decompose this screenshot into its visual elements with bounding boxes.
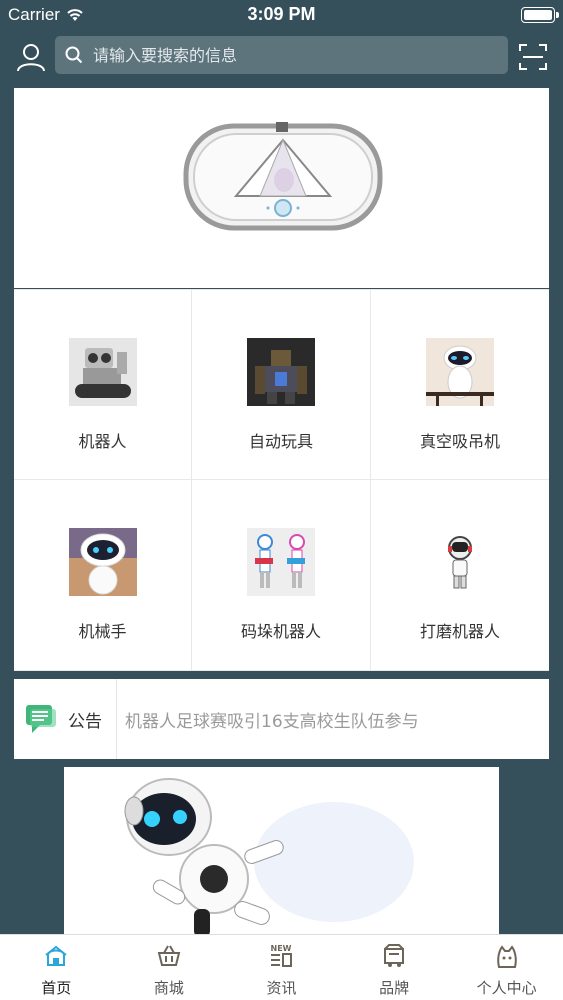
- brand-icon: [384, 944, 405, 967]
- tab-label: 个人中心: [476, 979, 537, 997]
- announcement-bar[interactable]: 公告 机器人足球赛吸引16支高校生队伍参与: [14, 679, 549, 759]
- announcement-title: 公告: [68, 711, 102, 732]
- header: [0, 30, 563, 84]
- category-grid: 机器人 自动玩具 真空吸吊机 机械手 码垛机器人 打磨机器人: [14, 289, 549, 671]
- tab-mall[interactable]: 商城: [113, 935, 226, 1000]
- home-icon: [45, 945, 67, 966]
- category-item-polishing-robot[interactable]: 打磨机器人: [371, 480, 549, 671]
- tab-bar: 首页 商城 NEW 资讯 品牌 个人中心: [0, 934, 563, 1000]
- promo-banner[interactable]: [64, 767, 499, 937]
- battery-icon: [521, 7, 559, 23]
- category-item-palletizing-robot[interactable]: 码垛机器人: [192, 480, 371, 671]
- category-label: 码垛机器人: [240, 622, 321, 641]
- tab-profile[interactable]: 个人中心: [450, 935, 563, 1000]
- announcement-header: 公告: [14, 679, 117, 759]
- search-icon: [65, 46, 83, 64]
- category-label: 机器人: [78, 432, 127, 451]
- category-label: 自动玩具: [248, 432, 313, 451]
- profile-icon: [496, 945, 517, 968]
- tab-home[interactable]: 首页: [0, 935, 113, 1000]
- category-label: 机械手: [78, 622, 127, 641]
- white-robot-image: [64, 767, 499, 937]
- search-bar[interactable]: [55, 36, 508, 74]
- status-bar: Carrier 3:09 PM: [0, 0, 563, 30]
- svg-text:NEW: NEW: [271, 944, 292, 953]
- tab-news[interactable]: NEW 资讯: [225, 935, 338, 1000]
- category-label: 真空吸吊机: [419, 432, 500, 451]
- tab-label: 品牌: [379, 979, 410, 997]
- chat-bubble-icon: [26, 705, 56, 733]
- category-label: 打磨机器人: [419, 622, 500, 641]
- search-input[interactable]: [93, 45, 473, 65]
- eve-robot-image: [426, 338, 494, 406]
- tab-label: 商城: [153, 979, 184, 997]
- banner[interactable]: [14, 88, 549, 288]
- mini-robot-image: [426, 528, 494, 596]
- tracked-robot-image: [68, 338, 137, 406]
- category-item-auto-toy[interactable]: 自动玩具: [192, 289, 371, 480]
- tab-brand[interactable]: 品牌: [338, 935, 451, 1000]
- tab-label: 首页: [41, 979, 72, 997]
- guitar-robots-image: [247, 528, 315, 596]
- user-icon[interactable]: [14, 40, 48, 74]
- category-item-vacuum-lifter[interactable]: 真空吸吊机: [371, 289, 549, 480]
- tab-label: 资讯: [266, 979, 297, 997]
- status-time: 3:09 PM: [247, 4, 316, 24]
- mech-robot-image: [247, 338, 315, 406]
- announcement-text[interactable]: 机器人足球赛吸引16支高校生队伍参与: [125, 707, 419, 732]
- hologram-device-image: [183, 122, 383, 231]
- scan-icon[interactable]: [518, 42, 548, 72]
- round-robot-image: [68, 528, 137, 596]
- basket-icon: [157, 945, 181, 966]
- category-item-manipulator[interactable]: 机械手: [14, 480, 192, 671]
- category-item-robot[interactable]: 机器人: [14, 289, 192, 480]
- news-icon: NEW: [271, 944, 293, 967]
